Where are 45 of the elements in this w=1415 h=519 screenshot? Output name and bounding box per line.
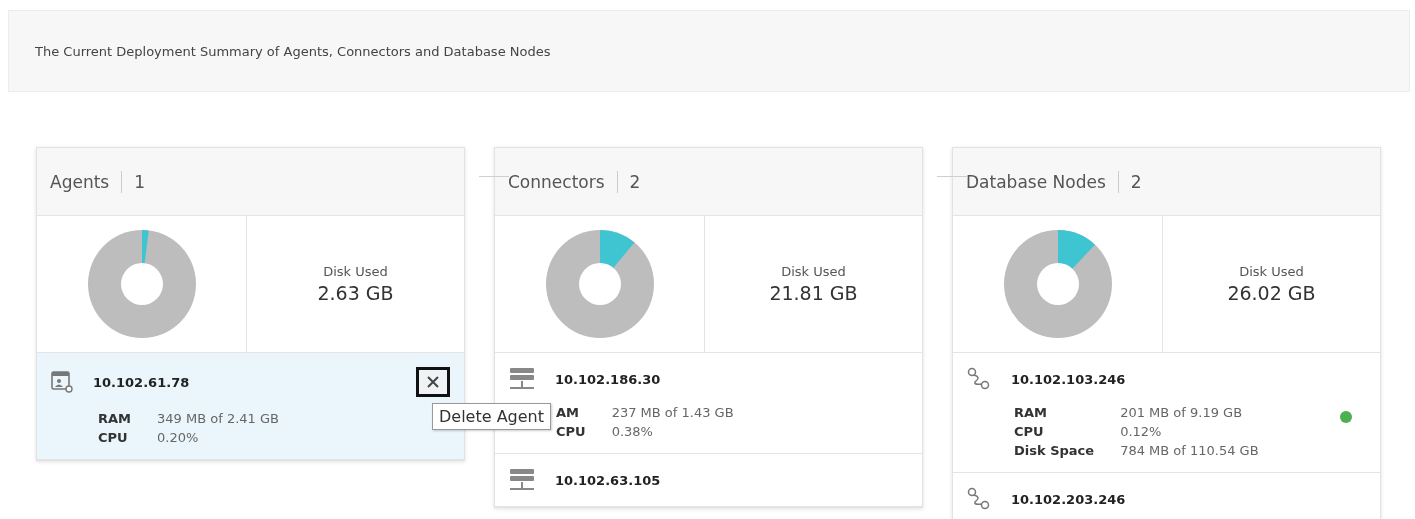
panel-count: 2 <box>1130 171 1142 192</box>
metric-value: 0.20% <box>157 430 200 445</box>
node-row[interactable]: 10.102.203.246 <box>953 473 1380 519</box>
metric-label: RAM <box>98 411 131 426</box>
connector-line <box>937 176 967 178</box>
node-address: 10.102.61.78 <box>93 374 190 390</box>
panel-title: Connectors <box>508 171 605 192</box>
disk-label: Disk Used <box>781 264 846 279</box>
server-icon <box>509 367 535 391</box>
node-row[interactable]: 10.102.63.105 <box>495 454 922 507</box>
panel-title: Agents <box>50 171 110 192</box>
panel-count: 1 <box>134 171 145 192</box>
server-icon <box>509 468 535 492</box>
connector-line <box>479 176 509 178</box>
disk-value: 21.81 GB <box>769 282 858 304</box>
metric-value: 784 MB of 110.54 GB <box>1120 443 1259 458</box>
metric-label: AM <box>556 405 580 420</box>
metric-label: CPU <box>1014 424 1045 439</box>
metric-label: Disk Space <box>1014 443 1095 458</box>
node-row[interactable]: 10.102.103.246 RAM 201 MB of 9.19 GB CPU 0.12% Disk Space 784 MB of 110.54 GB <box>953 353 1380 473</box>
node-address: 10.102.103.246 <box>1011 371 1126 387</box>
metric-label: RAM <box>1014 405 1048 420</box>
panel-count: 2 <box>629 171 641 192</box>
node-address: 10.102.203.246 <box>1011 491 1126 507</box>
node-address: 10.102.186.30 <box>555 371 661 387</box>
summary-title: The Current Deployment Summary of Agents, Connectors and Database Nodes <box>35 43 551 59</box>
metric-label: CPU <box>98 430 129 445</box>
disk-value: 2.63 GB <box>317 282 394 304</box>
link-nodes-icon <box>967 367 991 391</box>
node-address: 10.102.63.105 <box>555 472 661 488</box>
tooltip: Delete Agent <box>432 403 551 430</box>
metric-value: 0.38% <box>611 424 654 439</box>
disk-label: Disk Used <box>1239 264 1304 279</box>
metric-value: 349 MB of 2.41 GB <box>157 411 279 426</box>
metric-value: 0.12% <box>1120 424 1163 439</box>
metric-value: 201 MB of 9.19 GB <box>1120 405 1244 420</box>
disk-value: 26.02 GB <box>1227 282 1316 304</box>
agent-icon <box>51 371 73 393</box>
link-nodes-icon <box>967 487 991 511</box>
delete-button[interactable] <box>416 367 450 397</box>
close-icon <box>427 376 439 388</box>
disk-label: Disk Used <box>323 264 388 279</box>
metric-label: CPU <box>556 424 586 439</box>
panel-title: Database Nodes <box>966 171 1106 192</box>
metric-value: 237 MB of 1.43 GB <box>611 405 734 420</box>
